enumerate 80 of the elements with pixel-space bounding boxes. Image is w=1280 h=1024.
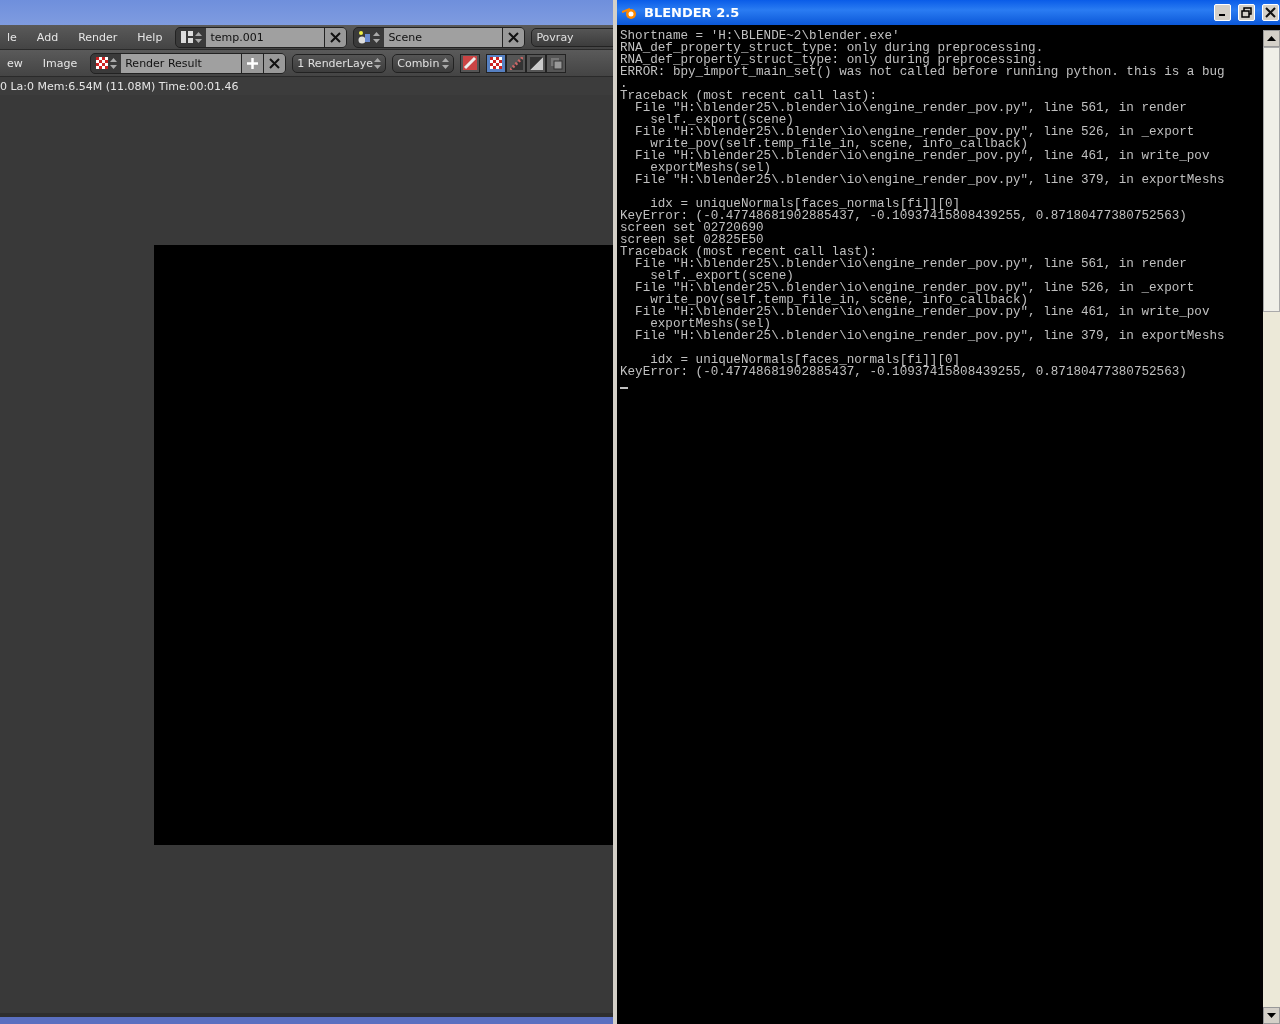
screen-selector[interactable]: temp.001 [175, 26, 348, 48]
scroll-up-button[interactable] [1263, 30, 1280, 47]
window-title: BLENDER 2.5 [644, 5, 741, 20]
console-line: Shortname = 'H:\BLENDE~2\blender.exe' [620, 30, 900, 42]
console-line: RNA_def_property_struct_type: only during preprocessing. [620, 42, 1045, 54]
close-icon [1265, 7, 1276, 18]
console-line: KeyError: (-0.47748681902885437, -0.10937415808439255, 0.87180477380752563) [620, 210, 1188, 222]
close-icon [330, 31, 342, 43]
scroll-down-button[interactable] [1263, 1007, 1280, 1024]
console-line: Traceback (most recent call last): [620, 246, 877, 258]
console-line: self._export(scene) [650, 270, 794, 282]
scrollbar[interactable] [1263, 30, 1280, 1024]
menu-item[interactable]: le [0, 30, 24, 44]
updown-arrows-icon [194, 30, 202, 44]
console-line: File "H:\blender25\.blender\io\engine_render_pov.py", line 379, in exportMeshs [634, 174, 1226, 186]
checker-icon [490, 57, 503, 69]
console-line: File "H:\blender25\.blender\io\engine_render_pov.py", line 526, in _export [634, 126, 1196, 138]
image-selector[interactable]: Render Result [90, 52, 287, 74]
console-line: File "H:\blender25\.blender\io\engine_render_pov.py", line 379, in exportMeshs [634, 330, 1226, 342]
blender-logo-icon [622, 5, 638, 20]
console-line: self._export(scene) [650, 114, 794, 126]
text-cursor [620, 387, 628, 389]
plus-icon [247, 57, 259, 69]
scene-name-field[interactable]: Scene [384, 27, 503, 47]
updown-arrows-icon [109, 56, 117, 70]
down-arrow-icon [1267, 1013, 1276, 1018]
paint-button[interactable] [460, 53, 481, 73]
console-line: screen set 02720690 [620, 222, 764, 234]
close-icon [508, 31, 520, 43]
render-layer-dropdown[interactable]: 1 RenderLaye [292, 53, 387, 73]
render-engine-dropdown[interactable]: Povray [531, 27, 613, 47]
half-checker-icon [509, 56, 523, 70]
menu-item[interactable]: Add [29, 30, 66, 44]
scene-objects-icon [358, 30, 372, 44]
minimize-button[interactable] [1214, 4, 1231, 21]
console-line: File "H:\blender25\.blender\io\engine_render_pov.py", line 561, in render [634, 102, 1188, 114]
close-icon [269, 57, 281, 69]
console-line: File "H:\blender25\.blender\io\engine_render_pov.py", line 461, in write_pov [634, 306, 1211, 318]
up-arrow-icon [1267, 36, 1276, 41]
console-line: exportMeshs(sel) [650, 162, 772, 174]
console-line: write_pov(self.temp_file_in, scene, info_callback) [650, 138, 1029, 150]
add-button[interactable] [241, 53, 264, 73]
menu-item[interactable]: Image [35, 56, 85, 70]
close-button[interactable] [263, 53, 286, 73]
console-line: File "H:\blender25\.blender\io\engine_render_pov.py", line 461, in write_pov [634, 150, 1211, 162]
console-line: idx = uniqueNormals[faces_normals[fi]][0] [650, 198, 961, 210]
scroll-thumb[interactable] [1263, 47, 1280, 312]
image-name-field[interactable]: Render Result [121, 53, 242, 73]
menu-item[interactable]: Render [71, 30, 125, 44]
console-line: write_pov(self.temp_file_in, scene, info_callback) [650, 294, 1029, 306]
draw-mode-button[interactable] [486, 53, 507, 73]
updown-arrows-icon [374, 56, 382, 70]
overlap-squares-icon [549, 56, 563, 70]
console-line: ERROR: bpy_import_main_set() was not called before running python. this is a bug [620, 66, 1226, 78]
checker-icon [95, 57, 108, 69]
menu-item[interactable]: ew [0, 56, 30, 70]
console-line: KeyError: (-0.47748681902885437, -0.10937415808439255, 0.87180477380752563) [620, 366, 1188, 378]
console-line: . [620, 78, 628, 90]
console-line: File "H:\blender25\.blender\io\engine_render_pov.py", line 526, in _export [634, 282, 1196, 294]
screen-name-field[interactable]: temp.001 [206, 27, 325, 47]
gradient-icon [529, 56, 543, 70]
draw-mode-button[interactable] [546, 53, 567, 73]
draw-mode-button[interactable] [526, 53, 547, 73]
updown-arrows-icon [442, 56, 450, 70]
close-button[interactable] [324, 27, 347, 47]
render-pass-dropdown[interactable]: Combin [392, 53, 455, 73]
menu-item[interactable]: Help [130, 30, 170, 44]
console-line: File "H:\blender25\.blender\io\engine_render_pov.py", line 561, in render [634, 258, 1188, 270]
console-line: RNA_def_property_struct_type: only during preprocessing. [620, 54, 1044, 66]
updown-arrows-icon [373, 30, 381, 44]
layout-icon [180, 31, 193, 43]
scene-selector[interactable]: Scene [353, 26, 526, 48]
restore-icon [1241, 7, 1252, 18]
brush-icon [463, 56, 478, 70]
console-line: exportMeshs(sel) [650, 318, 772, 330]
console-line: Traceback (most recent call last): [620, 90, 877, 102]
restore-button[interactable] [1238, 4, 1255, 21]
console-line: screen set 02825E50 [620, 234, 764, 246]
console-line: idx = uniqueNormals[faces_normals[fi]][0] [650, 354, 961, 366]
close-button[interactable] [502, 27, 525, 47]
